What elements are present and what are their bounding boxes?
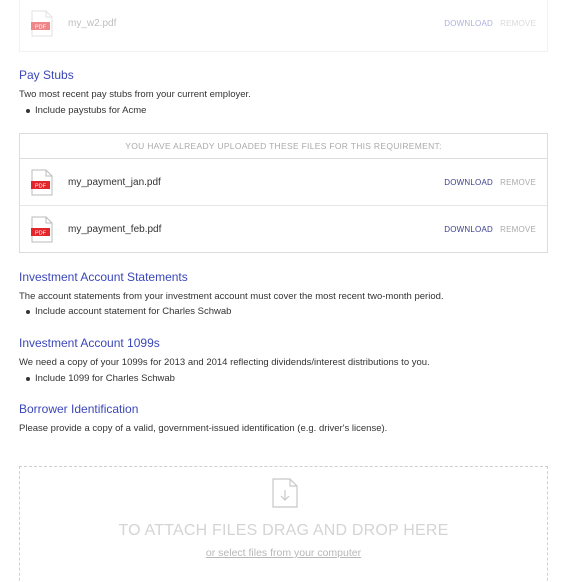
section-description: Two most recent pay stubs from your curr… — [19, 89, 251, 100]
file-row: PDF my_w2.pdf DOWNLOAD REMOVE — [20, 0, 547, 47]
file-row: PDF my_payment_feb.pdf DOWNLOAD REMOVE — [20, 206, 547, 253]
section-title-borrower-id: Borrower Identification — [19, 402, 139, 416]
uploaded-files-header: YOU HAVE ALREADY UPLOADED THESE FILES FO… — [20, 134, 547, 159]
download-link[interactable]: DOWNLOAD — [444, 225, 493, 234]
svg-text:PDF: PDF — [35, 24, 47, 30]
section-description: The account statements from your investm… — [19, 291, 444, 302]
file-name: my_payment_feb.pdf — [68, 224, 162, 235]
file-name: my_w2.pdf — [68, 18, 117, 29]
requirement-bullet: Include account statement for Charles Sc… — [25, 306, 232, 317]
pdf-icon: PDF — [31, 216, 53, 243]
remove-link[interactable]: REMOVE — [500, 178, 536, 187]
remove-link[interactable]: REMOVE — [500, 19, 536, 28]
section-title-investment-1099: Investment Account 1099s — [19, 336, 160, 350]
file-name: my_payment_jan.pdf — [68, 176, 161, 188]
svg-text:PDF: PDF — [35, 230, 47, 236]
section-title-investment-statements: Investment Account Statements — [19, 270, 188, 284]
download-link[interactable]: DOWNLOAD — [444, 178, 493, 187]
w2-file-card: PDF my_w2.pdf DOWNLOAD REMOVE — [19, 0, 548, 52]
remove-link[interactable]: REMOVE — [500, 225, 536, 234]
download-link[interactable]: DOWNLOAD — [444, 19, 493, 28]
svg-text:PDF: PDF — [35, 183, 47, 189]
section-description: Please provide a copy of a valid, govern… — [19, 423, 388, 434]
requirement-bullet: Include 1099 for Charles Schwab — [26, 373, 175, 384]
file-row: PDF my_payment_jan.pdf DOWNLOAD REMOVE — [20, 159, 547, 206]
dropzone-title: TO ATTACH FILES DRAG AND DROP HERE — [118, 522, 449, 539]
requirement-bullet: Include paystubs for Acme — [25, 105, 147, 116]
uploaded-files-box: YOU HAVE ALREADY UPLOADED THESE FILES FO… — [19, 133, 548, 253]
section-description: We need a copy of your 1099s for 2013 an… — [19, 357, 430, 368]
section-title-pay-stubs: Pay Stubs — [19, 68, 74, 82]
pdf-icon: PDF — [31, 10, 53, 37]
file-dropzone[interactable]: TO ATTACH FILES DRAG AND DROP HERE or se… — [19, 466, 548, 582]
pdf-icon: PDF — [31, 169, 53, 195]
select-files-link[interactable]: or select files from your computer — [20, 547, 547, 559]
file-download-icon — [272, 478, 298, 508]
